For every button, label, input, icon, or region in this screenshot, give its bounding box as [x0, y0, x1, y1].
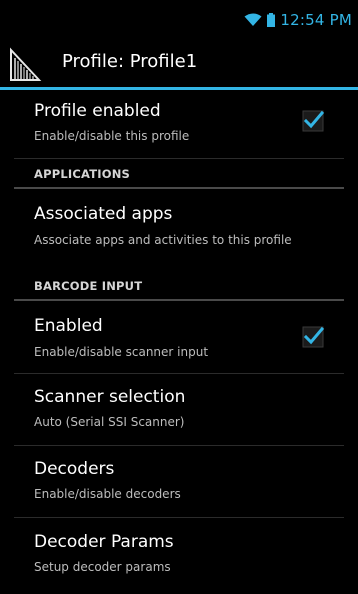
- category-label: APPLICATIONS: [34, 167, 131, 181]
- pref-title: Enabled: [34, 316, 103, 336]
- pref-summary: Setup decoder params: [34, 560, 171, 574]
- pref-title: Profile enabled: [34, 101, 161, 121]
- pref-scanner-enabled[interactable]: Enabled Enable/disable scanner input: [14, 301, 344, 374]
- status-clock: 12:54 PM: [280, 11, 352, 29]
- pref-summary: Enable/disable scanner input: [34, 345, 209, 359]
- pref-profile-enabled[interactable]: Profile enabled Enable/disable this prof…: [14, 90, 344, 159]
- pref-summary: Associate apps and activities to this pr…: [34, 233, 292, 247]
- pref-summary: Enable/disable decoders: [34, 487, 181, 501]
- pref-title: Associated apps: [34, 204, 173, 224]
- pref-decoders[interactable]: Decoders Enable/disable decoders: [14, 446, 344, 518]
- pref-summary: Auto (Serial SSI Scanner): [34, 415, 185, 429]
- pref-decoder-params[interactable]: Decoder Params Setup decoder params: [14, 518, 344, 590]
- status-bar: 12:54 PM: [0, 0, 358, 40]
- wifi-icon: [244, 13, 262, 26]
- action-bar: Profile: Profile1: [0, 40, 358, 87]
- pref-summary: Enable/disable this profile: [34, 129, 190, 143]
- pref-title: Decoder Params: [34, 532, 174, 552]
- pref-scanner-selection[interactable]: Scanner selection Auto (Serial SSI Scann…: [14, 374, 344, 446]
- preference-list: Profile enabled Enable/disable this prof…: [0, 90, 358, 590]
- pref-title: Decoders: [34, 459, 115, 479]
- scanner-enabled-checkbox[interactable]: [302, 325, 326, 349]
- page-title: Profile: Profile1: [62, 51, 198, 72]
- battery-icon: [267, 13, 276, 27]
- pref-associated-apps[interactable]: Associated apps Associate apps and activ…: [14, 189, 344, 271]
- datawedge-app-icon[interactable]: [9, 46, 53, 82]
- category-label: BARCODE INPUT: [34, 279, 143, 293]
- profile-enabled-checkbox[interactable]: [302, 109, 326, 133]
- category-barcode-input: BARCODE INPUT: [14, 271, 344, 301]
- status-icons: 12:54 PM: [244, 9, 352, 31]
- category-applications: APPLICATIONS: [14, 159, 344, 189]
- pref-title: Scanner selection: [34, 387, 186, 407]
